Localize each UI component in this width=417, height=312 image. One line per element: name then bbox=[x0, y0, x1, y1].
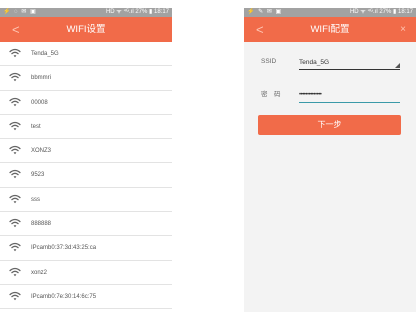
password-field[interactable]: •••••••••••••• bbox=[299, 89, 400, 103]
ssid-label: SSID bbox=[261, 58, 277, 65]
wifi-network-list: Tenda_5Gbbmmri 00008 test XONZ3 9523 sss 88888… bbox=[0, 42, 172, 310]
wifi-network-name: sss bbox=[31, 196, 40, 203]
ssid-value-text: Tenda_5G bbox=[299, 59, 329, 66]
wifi-network-name: bbmmri bbox=[31, 75, 52, 82]
wifi-list-item[interactable]: 888888 bbox=[0, 212, 172, 237]
ssid-row: SSID Tenda_5G bbox=[244, 52, 416, 72]
wifi-network-name: xonz2 bbox=[31, 269, 48, 276]
status-icons: ⚡ ✎ ✉ ▣ bbox=[247, 9, 283, 15]
wifi-network-name: IPcamb0:7e:30:14:6c:75 bbox=[31, 293, 97, 300]
status-info: HD ᯤ ⁴ᴳ.ıl 27% ▮ 18:17 bbox=[105, 9, 169, 15]
password-label: 密 码 bbox=[261, 91, 281, 98]
wifi-config-screen: ⚡ ✎ ✉ ▣ HD ᯤ ⁴ᴳ.ıl 27% ▮ 18:17 < WIFI配置 … bbox=[244, 8, 416, 312]
page-title: WIFI设置 bbox=[66, 24, 106, 35]
wifi-network-name: 888888 bbox=[31, 221, 52, 228]
wifi-list-item[interactable]: xonz2 bbox=[0, 261, 172, 285]
wifi-list-item[interactable]: XONZ3 bbox=[0, 139, 172, 164]
wifi-network-name: test bbox=[31, 123, 41, 130]
status-bar: ⚡ ◌ ✉ ▣ HD ᯤ ⁴ᴳ.ıl 27% ▮ 18:17 bbox=[0, 8, 172, 17]
wifi-network-name: Tenda_5G bbox=[31, 51, 59, 57]
wifi-list-item[interactable]: Tenda_5G bbox=[0, 42, 172, 67]
password-row: 密 码 •••••••••••••• bbox=[244, 85, 416, 105]
wifi-network-name: 00008 bbox=[31, 99, 48, 106]
wifi-network-name: IPcamb0:37:3d:43:25:ca bbox=[31, 245, 97, 252]
wifi-list-item[interactable]: sss bbox=[0, 188, 172, 213]
close-icon[interactable]: × bbox=[400, 17, 406, 42]
wifi-list-item[interactable]: bbmmri bbox=[0, 66, 172, 91]
wifi-list-item[interactable]: IPcamb0:37:3d:43:25:ca bbox=[0, 236, 172, 261]
wifi-list-item[interactable]: 9523 bbox=[0, 163, 172, 188]
status-info: HD ᯤ ⁴ᴳ.ıl 27% ▮ 18:17 bbox=[349, 9, 413, 15]
next-button[interactable]: 下一步 bbox=[258, 115, 401, 135]
status-icons: ⚡ ◌ ✉ ▣ bbox=[3, 9, 37, 15]
title-bar: < WIFI设置 × bbox=[0, 17, 172, 42]
wifi-network-name: 9523 bbox=[31, 172, 45, 179]
wifi-network-name: XONZ3 bbox=[31, 148, 52, 155]
wifi-list-item[interactable]: 00008 bbox=[0, 91, 172, 115]
title-bar: < WIFI配置 × bbox=[244, 17, 416, 42]
page-title: WIFI配置 bbox=[310, 24, 350, 35]
status-bar: ⚡ ✎ ✉ ▣ HD ᯤ ⁴ᴳ.ıl 27% ▮ 18:17 bbox=[244, 8, 416, 17]
wifi-list-item[interactable]: IPcamb0:7e:30:14:6c:75 bbox=[0, 285, 172, 310]
dropdown-corner-icon bbox=[395, 63, 400, 68]
ssid-select[interactable]: Tenda_5G bbox=[299, 56, 400, 70]
wifi-list-item[interactable]: test bbox=[0, 115, 172, 140]
wifi-settings-screen: ⚡ ◌ ✉ ▣ HD ᯤ ⁴ᴳ.ıl 27% ▮ 18:17 < WIFI设置 … bbox=[0, 8, 172, 312]
